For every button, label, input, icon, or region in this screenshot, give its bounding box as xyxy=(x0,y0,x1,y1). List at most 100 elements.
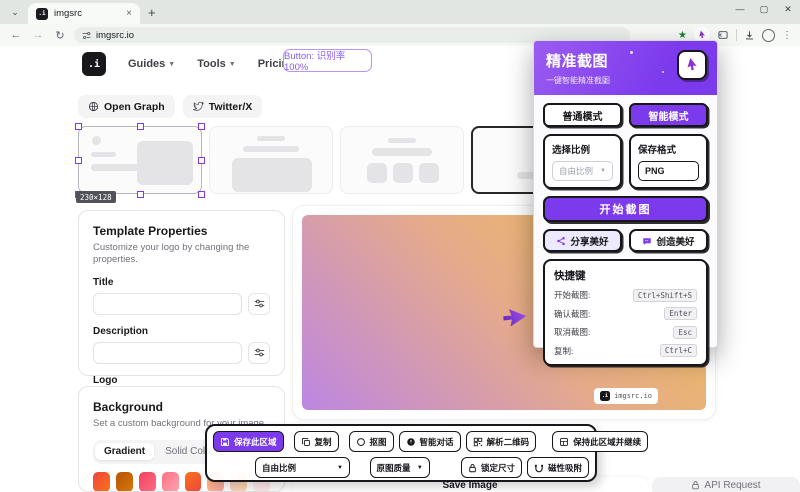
new-tab-button[interactable]: + xyxy=(148,5,156,20)
toolbar-divider xyxy=(736,29,737,41)
capture-button-chat-dot[interactable]: 智能对话 xyxy=(399,431,461,452)
ratio-value: 自由比例 xyxy=(559,165,593,177)
capture-button-save[interactable]: 保存此区域 xyxy=(213,431,284,452)
capture-label: 智能对话 xyxy=(420,436,454,448)
magnet-icon xyxy=(534,463,544,473)
tab-search-chevron-icon[interactable]: ⌄ xyxy=(6,3,24,21)
minimize-button[interactable]: — xyxy=(728,0,752,18)
filter-open-graph[interactable]: Open Graph xyxy=(78,95,175,118)
browser-tab-strip: ⌄ .i imgsrc × + — ▢ ✕ xyxy=(0,0,800,24)
screen: ⌄ .i imgsrc × + — ▢ ✕ ← → ↻ imgsrc.io ★ xyxy=(0,0,800,492)
capture-label: 抠图 xyxy=(370,436,387,448)
capture-label: 磁性吸附 xyxy=(548,462,582,474)
format-select[interactable]: PNG xyxy=(638,161,699,181)
tab-close-icon[interactable]: × xyxy=(126,8,132,19)
shortcut-label: 取消截图: xyxy=(554,326,590,338)
gradient-swatch[interactable] xyxy=(185,472,202,492)
browser-menu-icon[interactable]: ⋮ xyxy=(782,30,792,41)
shortcuts-title: 快捷键 xyxy=(554,268,697,283)
shortcut-label: 开始截图: xyxy=(554,289,590,301)
chat-bubble-icon xyxy=(642,236,652,246)
browser-tab[interactable]: .i imgsrc × xyxy=(28,3,140,24)
download-icon[interactable] xyxy=(744,30,755,41)
title-input[interactable] xyxy=(93,293,242,315)
popup-body: 普通模式 智能模式 选择比例 自由比例 ▼ 保存格式 PNG 开始截图 xyxy=(534,95,717,374)
caret-down-icon: ▼ xyxy=(417,465,423,471)
shortcut-row: 开始截图:Ctrl+Shift+S xyxy=(554,289,697,302)
capture-select-caret-down[interactable]: 自由比例▼ xyxy=(255,457,350,478)
capture-button-copy[interactable]: 复制 xyxy=(294,431,339,452)
caret-down-icon: ▼ xyxy=(337,465,343,471)
nav-item-tools[interactable]: Tools▼ xyxy=(197,58,235,70)
nav-item-guides[interactable]: Guides▼ xyxy=(128,58,175,70)
template-thumbnail-1[interactable]: 230×128 xyxy=(78,126,202,194)
extension-popup: 精准截图 一键智能精准截图 普通模式 智能模式 选择比例 自由比例 ▼ xyxy=(533,40,718,348)
format-card: 保存格式 PNG xyxy=(629,134,708,189)
gradient-swatch[interactable] xyxy=(116,472,133,492)
api-request-button[interactable]: API Request xyxy=(652,477,800,492)
gradient-swatch[interactable] xyxy=(139,472,156,492)
gradient-swatch[interactable] xyxy=(162,472,179,492)
capture-button-magnet[interactable]: 磁性吸附 xyxy=(527,457,589,478)
site-settings-icon[interactable] xyxy=(82,31,91,40)
ratio-card: 选择比例 自由比例 ▼ xyxy=(543,134,622,189)
recognition-rate-button[interactable]: Button: 识别率 100% xyxy=(283,49,372,72)
close-button[interactable]: ✕ xyxy=(776,0,800,18)
capture-label: 保持此区域并继续 xyxy=(573,436,641,448)
share-button[interactable]: 分享美好 xyxy=(543,229,622,252)
start-capture-button[interactable]: 开始截图 xyxy=(543,196,708,222)
title-adjust-button[interactable] xyxy=(248,293,270,315)
sliders-icon xyxy=(254,298,265,309)
shortcut-label: 确认截图: xyxy=(554,308,590,320)
nav-label: Tools xyxy=(197,58,226,70)
site-header: .i Guides▼Tools▼Pricing xyxy=(82,52,295,76)
tab-gradient[interactable]: Gradient xyxy=(95,443,154,460)
filter-label: Twitter/X xyxy=(209,101,253,113)
forward-button[interactable]: → xyxy=(30,29,46,41)
properties-subtitle: Customize your logo by changing the prop… xyxy=(93,242,270,266)
filter-twitter[interactable]: Twitter/X xyxy=(183,95,263,118)
popup-header: 精准截图 一键智能精准截图 xyxy=(534,41,717,95)
nav-label: Guides xyxy=(128,58,165,70)
capture-label: 保存此区域 xyxy=(234,436,277,448)
capture-button-circle[interactable]: 抠图 xyxy=(349,431,394,452)
normal-mode-button[interactable]: 普通模式 xyxy=(543,103,622,127)
filter-label: Open Graph xyxy=(104,101,165,113)
capture-label: 解析二维码 xyxy=(487,436,530,448)
maximize-button[interactable]: ▢ xyxy=(752,0,776,18)
site-logo[interactable]: .i xyxy=(82,52,106,76)
back-button[interactable]: ← xyxy=(8,29,24,41)
template-thumbnail-3[interactable] xyxy=(340,126,464,194)
popup-logo xyxy=(677,50,707,80)
profile-avatar[interactable] xyxy=(762,29,775,42)
capture-button-keep[interactable]: 保持此区域并继续 xyxy=(552,431,648,452)
tab-title: imgsrc xyxy=(54,8,120,19)
ratio-select[interactable]: 自由比例 ▼ xyxy=(552,161,613,181)
template-thumbnail-2[interactable] xyxy=(209,126,333,194)
capture-button-qr[interactable]: 解析二维码 xyxy=(466,431,537,452)
description-adjust-button[interactable] xyxy=(248,342,270,364)
capture-select-caret-down[interactable]: 原图质量▼ xyxy=(370,457,430,478)
logo-label: Logo xyxy=(93,375,270,386)
watermark-text: imgsrc.io xyxy=(614,392,652,400)
globe-icon xyxy=(88,101,99,112)
save-icon xyxy=(220,437,230,447)
bookmark-star-icon[interactable]: ★ xyxy=(678,30,687,41)
description-input[interactable] xyxy=(93,342,242,364)
window-controls: — ▢ ✕ xyxy=(728,0,800,18)
side-panel-icon[interactable] xyxy=(717,29,729,41)
title-label: Title xyxy=(93,277,270,288)
template-thumbnails: 230×128 xyxy=(78,126,595,194)
template-properties-card: Template Properties Customize your logo … xyxy=(78,210,285,376)
shortcut-key: Esc xyxy=(673,326,697,339)
gradient-swatch[interactable] xyxy=(93,472,110,492)
reload-button[interactable]: ↻ xyxy=(52,29,68,42)
qr-icon xyxy=(473,437,483,447)
smart-mode-button[interactable]: 智能模式 xyxy=(629,103,708,127)
create-button[interactable]: 创造美好 xyxy=(629,229,708,252)
capture-button-lock[interactable]: 锁定尺寸 xyxy=(461,457,522,478)
url-text: imgsrc.io xyxy=(96,30,134,41)
share-icon xyxy=(556,236,566,246)
mode-selector: 普通模式 智能模式 xyxy=(543,103,708,127)
share-label: 分享美好 xyxy=(570,234,608,248)
